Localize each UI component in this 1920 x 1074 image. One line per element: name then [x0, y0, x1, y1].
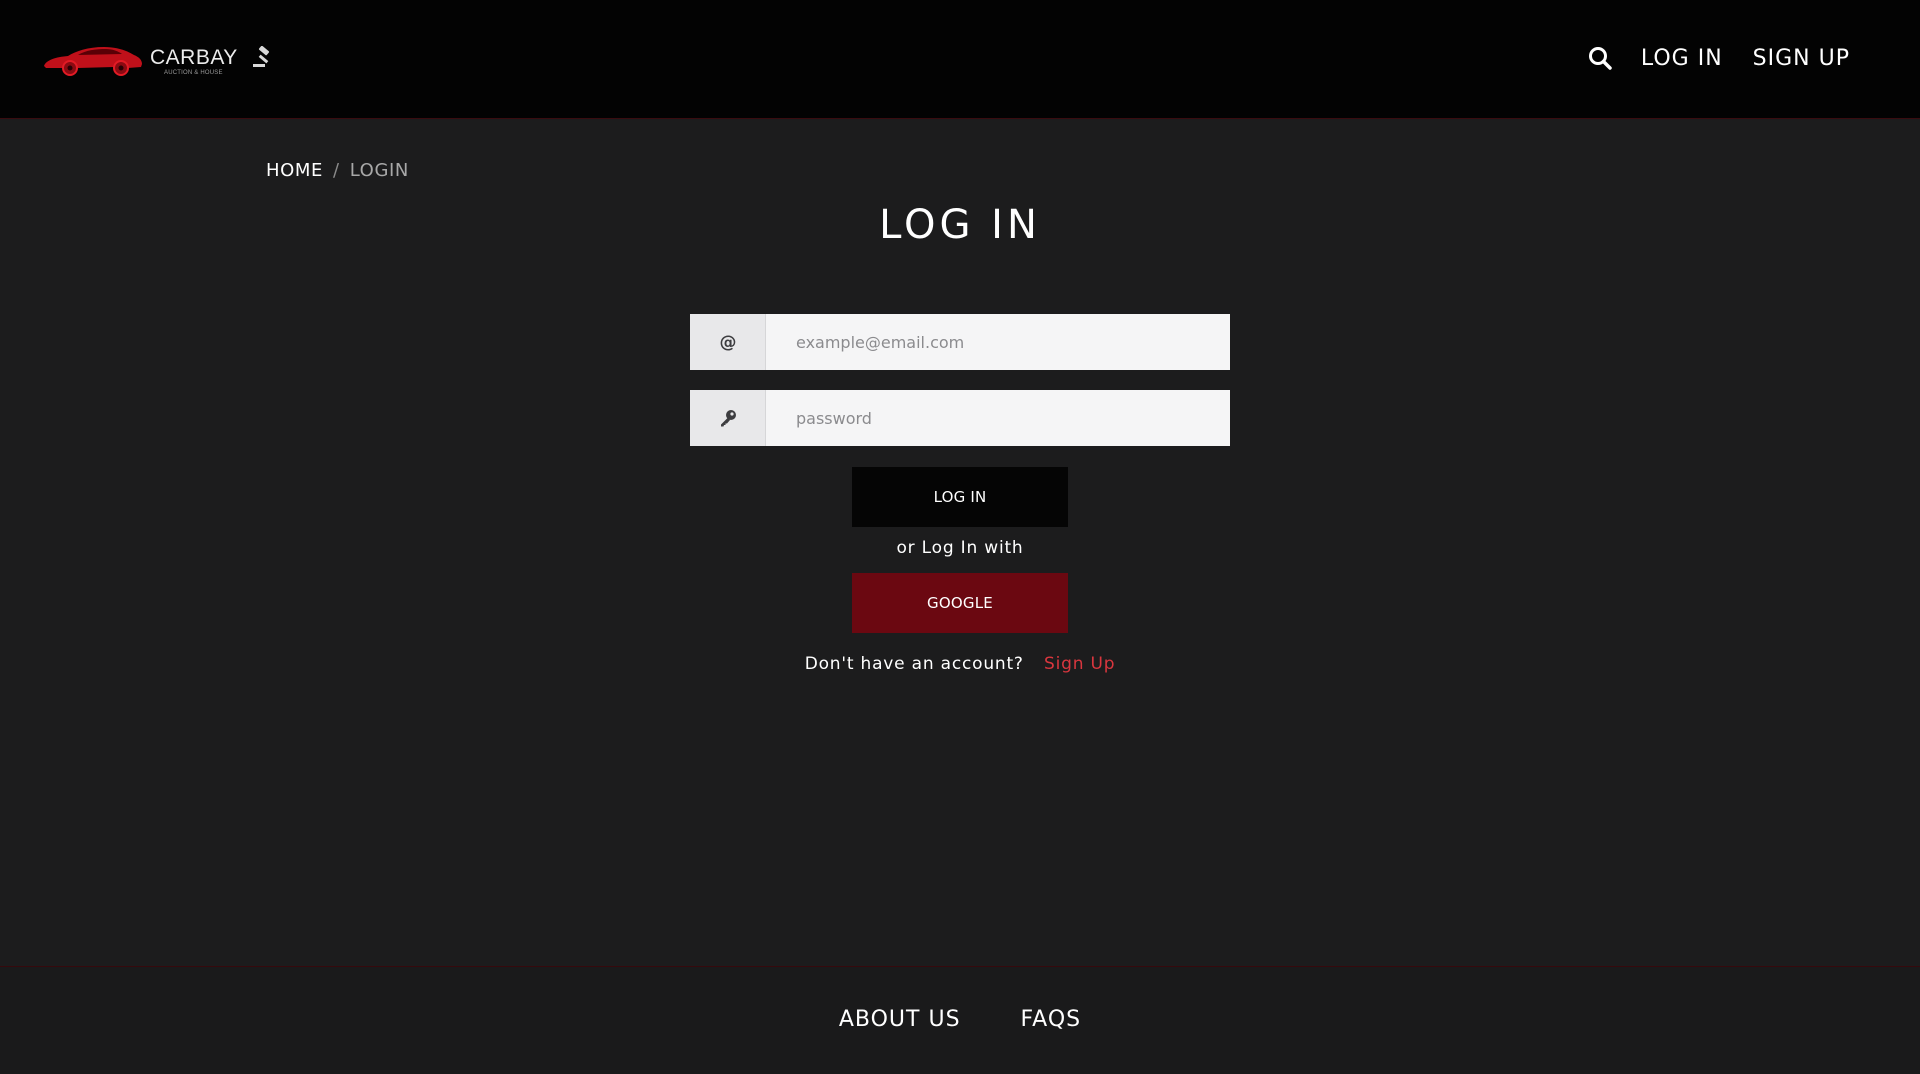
email-addon: @ — [690, 314, 766, 370]
breadcrumb-current: LOGIN — [349, 160, 409, 181]
nav-login-link[interactable]: LOG IN — [1641, 46, 1723, 71]
logo-brand-text: CARBAY — [150, 46, 238, 69]
nav-signup-link[interactable]: SIGN UP — [1753, 46, 1850, 71]
site-logo[interactable]: CARBAY AUCTION & HOUSE — [42, 38, 282, 82]
footer-about-link[interactable]: ABOUT US — [839, 1007, 961, 1032]
breadcrumb-home-link[interactable]: HOME — [266, 160, 323, 181]
site-footer: ABOUT US FAQS — [0, 966, 1920, 1074]
login-button[interactable]: LOG IN — [852, 467, 1068, 527]
password-field-group — [690, 390, 1230, 446]
breadcrumb-separator: / — [333, 160, 340, 181]
header-nav: LOG IN SIGN UP — [1587, 38, 1850, 78]
email-field-group: @ — [690, 314, 1230, 370]
signup-link[interactable]: Sign Up — [1044, 654, 1115, 674]
svg-text:@: @ — [719, 333, 736, 353]
at-sign-icon: @ — [719, 333, 736, 353]
gavel-icon — [253, 46, 270, 67]
signup-prompt-line: Don't have an account? Sign Up — [0, 654, 1920, 674]
alt-login-text: or Log In with — [896, 538, 1024, 558]
signup-question: Don't have an account? — [804, 654, 1024, 674]
footer-faqs-link[interactable]: FAQS — [1021, 1007, 1082, 1032]
footer-nav: ABOUT US FAQS — [0, 1007, 1920, 1032]
logo-wordmark: CARBAY AUCTION & HOUSE — [150, 40, 280, 80]
site-header: CARBAY AUCTION & HOUSE LOG IN SIGN UP — [0, 0, 1920, 119]
email-input[interactable] — [766, 314, 1230, 370]
google-login-button[interactable]: GOOGLE — [852, 573, 1068, 633]
key-icon — [720, 410, 736, 427]
password-input[interactable] — [766, 390, 1230, 446]
car-logo-icon — [44, 47, 142, 76]
breadcrumb: HOME / LOGIN — [266, 160, 409, 181]
password-addon — [690, 390, 766, 446]
logo-tagline-text: AUCTION & HOUSE — [164, 70, 223, 76]
page-title: LOG IN — [879, 202, 1041, 248]
search-icon[interactable] — [1587, 45, 1613, 71]
